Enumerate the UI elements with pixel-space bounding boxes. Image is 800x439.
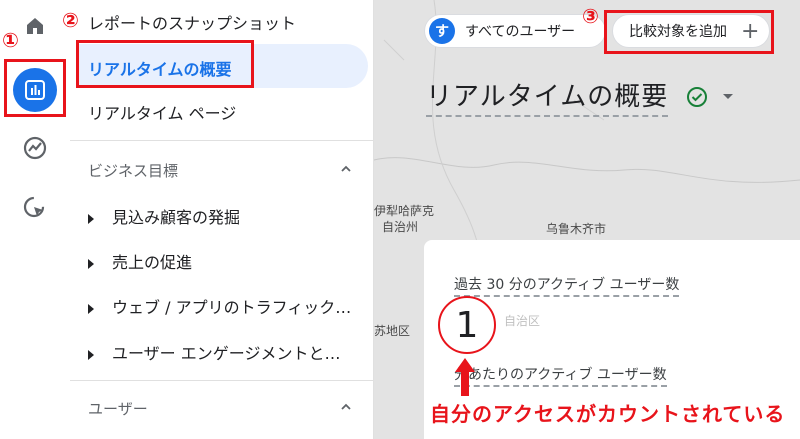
nav-item-realtime-pages[interactable]: リアルタイム ページ xyxy=(88,100,236,124)
expand-arrow-icon xyxy=(88,258,94,269)
chevron-up-icon[interactable] xyxy=(341,402,351,412)
expand-arrow-icon xyxy=(88,303,94,314)
metric-active-users-per-min-label[interactable]: 分あたりのアクティブ ユーザー数 xyxy=(454,364,667,387)
active-users-count: 1 xyxy=(438,296,496,354)
nav-subitem-label: ユーザー エンゲージメントと… xyxy=(112,344,341,363)
check-circle-icon[interactable] xyxy=(686,86,708,108)
nav-divider xyxy=(70,140,373,141)
annotation-number-2: ② xyxy=(62,8,79,32)
map-label-behind: 自治区 xyxy=(504,314,541,328)
nav-subitem-label: ウェブ / アプリのトラフィック… xyxy=(112,298,352,317)
dropdown-arrow-icon[interactable] xyxy=(722,92,734,102)
metric-active-users-30min-label[interactable]: 過去 30 分のアクティブ ユーザー数 xyxy=(454,274,680,297)
annotation-callout: 自分のアクセスがカウントされている xyxy=(430,402,786,426)
nav-item-snapshot[interactable]: レポートのスナップショット xyxy=(88,10,296,34)
nav-subitem-traffic[interactable]: ウェブ / アプリのトラフィック… xyxy=(88,294,358,318)
metric-label-text: 分あたりのアクティブ ユーザー数 xyxy=(454,367,667,387)
annotation-box-1 xyxy=(4,59,66,117)
annotation-number-1: ① xyxy=(2,28,19,52)
nav-subitem-leads[interactable]: 見込み顧客の発掘 xyxy=(88,204,358,228)
annotation-arrow-icon xyxy=(455,358,475,396)
annotation-box-3 xyxy=(604,10,774,54)
section-user[interactable]: ユーザー xyxy=(88,398,148,419)
nav-subitem-label: 見込み顧客の発掘 xyxy=(112,208,241,227)
nav-subitem-label: 売上の促進 xyxy=(112,253,193,272)
nav-divider xyxy=(70,380,373,381)
annotation-number-3: ③ xyxy=(582,4,599,28)
page-title: リアルタイムの概要 xyxy=(426,76,669,117)
expand-arrow-icon xyxy=(88,349,94,360)
annotation-box-2 xyxy=(76,40,254,88)
advertising-icon[interactable] xyxy=(13,186,57,230)
all-users-label: すべてのユーザー xyxy=(465,24,576,40)
nav-subitem-engagement[interactable]: ユーザー エンゲージメントと… xyxy=(88,340,358,364)
all-users-chip[interactable]: す すべてのユーザー xyxy=(424,14,606,48)
map-label: 自治州 xyxy=(382,220,419,234)
explore-icon[interactable] xyxy=(13,126,57,170)
map-label: 乌鲁木齐市 xyxy=(546,222,607,236)
home-icon[interactable] xyxy=(13,4,57,48)
main-content: 伊犁哈萨克 自治州 乌鲁木齐市 苏地区 す すべてのユーザー 比較対象を追加 +… xyxy=(374,0,800,439)
section-business-objectives[interactable]: ビジネス目標 xyxy=(88,160,178,181)
metric-label-text: 過去 30 分のアクティブ ユーザー数 xyxy=(454,277,680,297)
nav-subitem-sales[interactable]: 売上の促進 xyxy=(88,249,358,273)
chevron-up-icon[interactable] xyxy=(341,164,351,174)
map-label: 苏地区 xyxy=(374,324,411,338)
expand-arrow-icon xyxy=(88,213,94,224)
segment-avatar: す xyxy=(429,18,455,44)
map-label: 伊犁哈萨克 xyxy=(374,204,435,218)
